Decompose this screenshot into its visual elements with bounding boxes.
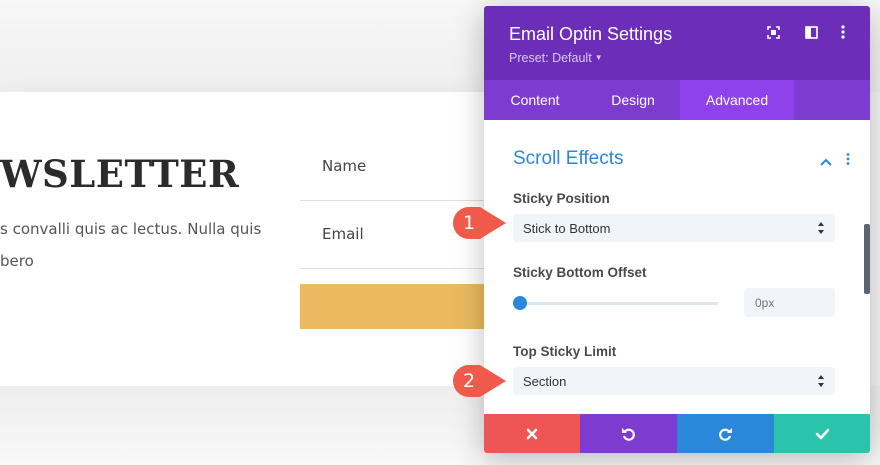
settings-panel: Email Optin Settings Preset: Default ▼ C… [484,6,870,453]
save-button[interactable] [774,414,870,453]
panel-header: Email Optin Settings Preset: Default ▼ [484,6,870,80]
callout-1: 1 [452,206,534,240]
subscribe-button[interactable] [300,284,500,329]
offset-input[interactable] [744,288,835,317]
select-arrows-icon [818,222,824,234]
redo-icon [719,428,732,441]
preset-dropdown[interactable]: Preset: Default ▼ [509,51,603,65]
redo-button[interactable] [677,414,774,453]
chevron-up-icon[interactable] [820,153,832,171]
sticky-position-value: Stick to Bottom [523,221,611,236]
tab-advanced[interactable]: Advanced [680,80,794,120]
section-title[interactable]: Scroll Effects [513,148,624,170]
offset-slider-thumb[interactable] [513,296,527,310]
undo-icon [622,428,635,441]
check-icon [815,428,829,439]
callout-1-number: 1 [462,212,476,234]
offset-slider-track[interactable] [520,302,718,305]
panel-footer [484,414,870,453]
close-icon [526,428,538,439]
newsletter-body-text: s convalli quis ac lectus. Nulla quis be… [0,220,262,270]
name-field-label: Name [322,157,367,175]
panel-title: Email Optin Settings [509,24,673,44]
sidebar-layout-icon[interactable] [803,24,819,40]
caret-down-icon: ▼ [594,53,603,62]
sticky-bottom-offset-label: Sticky Bottom Offset [513,265,647,280]
more-vertical-icon[interactable] [835,24,851,40]
panel-tabs: Content Design Advanced [484,80,870,120]
sticky-position-label: Sticky Position [513,191,610,206]
undo-button[interactable] [580,414,677,453]
cancel-button[interactable] [484,414,580,453]
tab-design[interactable]: Design [586,80,680,120]
name-field[interactable]: Name [300,133,500,201]
section-options-icon[interactable] [846,152,850,170]
fullscreen-icon[interactable] [765,24,781,40]
tab-content[interactable]: Content [484,80,586,120]
select-arrows-icon [818,375,824,387]
top-sticky-limit-label: Top Sticky Limit [513,344,617,359]
panel-scrollbar[interactable] [864,224,870,294]
callout-2-number: 2 [462,370,476,392]
callout-2: 2 [452,364,534,398]
email-field-label: Email [322,225,364,243]
top-sticky-limit-select[interactable]: Section [513,367,835,395]
sticky-position-select[interactable]: Stick to Bottom [513,214,835,242]
preset-label: Preset: Default [509,51,592,65]
newsletter-heading: WSLETTER [0,152,240,196]
